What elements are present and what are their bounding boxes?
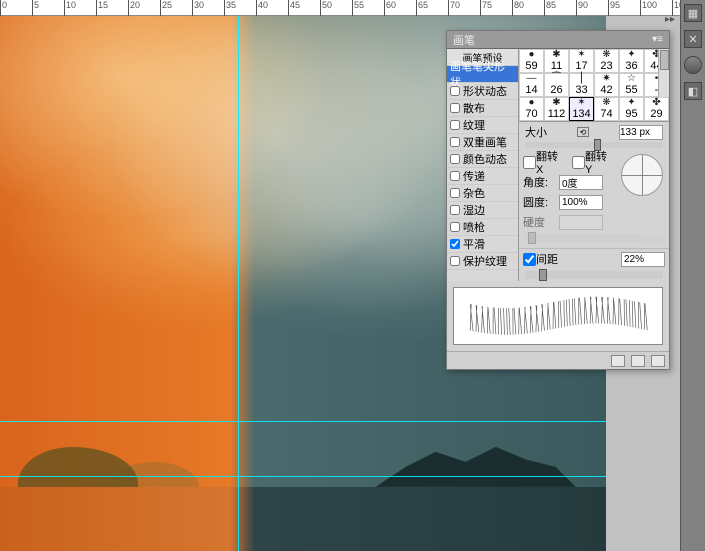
setting-平滑[interactable]: 平滑	[447, 236, 518, 253]
spacing-input[interactable]	[621, 252, 665, 267]
brush-thumb-95[interactable]: ✦95	[619, 97, 644, 121]
angle-label: 角度:	[523, 174, 559, 190]
right-toolbar: ▦ ✕ ◧	[680, 0, 705, 551]
angle-compass[interactable]	[621, 154, 663, 196]
panel-title: 画笔	[453, 32, 475, 48]
horizontal-ruler: 0510152025303540455055606570758085909510…	[0, 0, 680, 16]
size-label: 大小	[525, 124, 547, 140]
brush-thumb-134[interactable]: ✶134	[569, 97, 594, 121]
brush-thumb-11[interactable]: ✱11	[544, 49, 569, 73]
brush-thumb-74[interactable]: ❋74	[594, 97, 619, 121]
setting-checkbox[interactable]	[450, 137, 460, 147]
setting-checkbox[interactable]	[450, 256, 460, 266]
setting-checkbox[interactable]	[450, 239, 460, 249]
spacing-checkbox[interactable]	[523, 253, 536, 266]
brush-settings-list: 画笔预设 画笔笔尖形状形状动态散布纹理双重画笔颜色动态传递杂色湿边喷枪平滑保护纹…	[447, 49, 519, 281]
panel-menu-icon[interactable]: ▾≡	[652, 34, 663, 45]
setting-传递[interactable]: 传递	[447, 168, 518, 185]
setting-checkbox[interactable]	[450, 103, 460, 113]
water-reflection	[0, 487, 606, 551]
spacing-slider[interactable]	[525, 271, 663, 279]
panel-titlebar[interactable]: 画笔 ▾≡	[447, 31, 669, 49]
horizontal-guide-1[interactable]	[0, 421, 606, 422]
hardness-input	[559, 215, 603, 230]
setting-双重画笔[interactable]: 双重画笔	[447, 134, 518, 151]
setting-checkbox[interactable]	[450, 120, 460, 130]
brush-thumb-33[interactable]: ⎮33	[569, 73, 594, 97]
brush-thumb-112[interactable]: ✱112	[544, 97, 569, 121]
setting-杂色[interactable]: 杂色	[447, 185, 518, 202]
brush-thumb-26[interactable]: ⁀26	[544, 73, 569, 97]
setting-画笔笔尖形状[interactable]: 画笔笔尖形状	[447, 66, 518, 83]
brush-thumb-29[interactable]: ✤29	[644, 97, 669, 121]
panel-icon[interactable]: ◧	[684, 82, 702, 100]
brush-thumb-55[interactable]: ☆55	[619, 73, 644, 97]
mountain-right	[376, 437, 576, 487]
size-input[interactable]	[619, 125, 663, 140]
new-brush-icon[interactable]	[631, 355, 645, 367]
brush-stroke-preview	[453, 287, 663, 345]
setting-喷枪[interactable]: 喷枪	[447, 219, 518, 236]
hardness-label: 硬度	[523, 214, 559, 230]
brush-panel-icon[interactable]: ▦	[684, 4, 702, 22]
brush-thumb-14[interactable]: —14	[519, 73, 544, 97]
flip-y-label: 翻转 Y	[585, 148, 617, 176]
flip-x-checkbox[interactable]	[523, 156, 536, 169]
thumb-scrollbar[interactable]	[658, 49, 669, 97]
setting-checkbox[interactable]	[450, 222, 460, 232]
setting-纹理[interactable]: 纹理	[447, 117, 518, 134]
horizontal-guide-2[interactable]	[0, 476, 606, 477]
setting-颜色动态[interactable]: 颜色动态	[447, 151, 518, 168]
roundness-input[interactable]	[559, 195, 603, 210]
tools-icon[interactable]: ✕	[684, 30, 702, 48]
size-reset-icon[interactable]: ⟲	[577, 127, 589, 137]
brush-tip-grid: ●59✱11✶17❋23✦36✤44—14⁀26⎮33✷42☆55•-●70✱1…	[519, 49, 669, 122]
setting-checkbox[interactable]	[450, 86, 460, 96]
spacing-label: 间距	[536, 251, 558, 267]
setting-散布[interactable]: 散布	[447, 100, 518, 117]
roundness-label: 圆度:	[523, 194, 559, 210]
mountain-left	[18, 447, 138, 487]
brush-thumb-36[interactable]: ✦36	[619, 49, 644, 73]
setting-checkbox[interactable]	[450, 171, 460, 181]
setting-湿边[interactable]: 湿边	[447, 202, 518, 219]
setting-保护纹理[interactable]: 保护纹理	[447, 253, 518, 270]
angle-input[interactable]	[559, 175, 603, 190]
delete-brush-icon[interactable]	[651, 355, 665, 367]
brush-thumb-70[interactable]: ●70	[519, 97, 544, 121]
brush-thumb-17[interactable]: ✶17	[569, 49, 594, 73]
swatch-icon[interactable]	[684, 56, 702, 74]
flip-x-label: 翻转 X	[536, 148, 568, 176]
flip-y-checkbox[interactable]	[572, 156, 585, 169]
brush-thumb-59[interactable]: ●59	[519, 49, 544, 73]
hardness-slider	[525, 234, 663, 242]
setting-checkbox[interactable]	[450, 154, 460, 164]
brush-thumb-42[interactable]: ✷42	[594, 73, 619, 97]
vertical-guide[interactable]	[238, 16, 239, 551]
size-slider[interactable]	[525, 142, 663, 148]
toggle-preview-icon[interactable]	[611, 355, 625, 367]
panel-footer	[447, 351, 669, 369]
collapse-panel-icon[interactable]: ▸▸	[665, 14, 675, 25]
brush-panel: 画笔 ▾≡ 画笔预设 画笔笔尖形状形状动态散布纹理双重画笔颜色动态传递杂色湿边喷…	[446, 30, 670, 370]
setting-checkbox[interactable]	[450, 205, 460, 215]
brush-thumb-23[interactable]: ❋23	[594, 49, 619, 73]
setting-checkbox[interactable]	[450, 188, 460, 198]
